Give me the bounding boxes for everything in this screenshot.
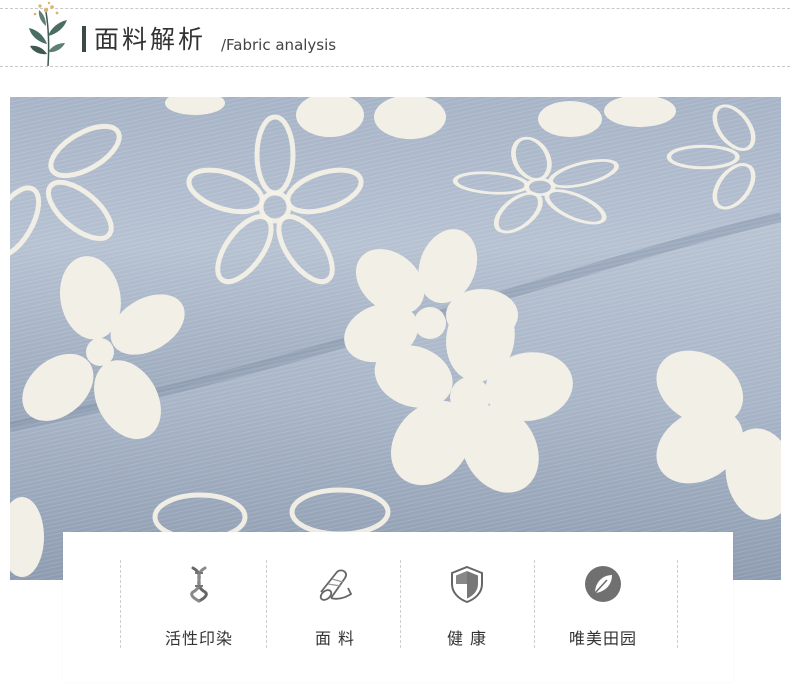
feature-label: 面 料: [314, 629, 356, 648]
feature-item-fabric: 面 料: [271, 532, 399, 682]
feature-item-pastoral: 唯美田园: [539, 532, 667, 682]
fabric-roll-icon: [319, 569, 353, 601]
feature-label: 健 康: [446, 629, 488, 648]
section-title: 面料解析: [94, 25, 207, 54]
feature-divider: [534, 560, 535, 648]
feature-divider: [266, 560, 267, 648]
header-top-divider: [0, 8, 790, 9]
plant-logo-icon: [29, 1, 67, 67]
feature-item-health: 健 康: [403, 532, 531, 682]
shield-icon: [451, 565, 483, 604]
feature-panel: 活性印染 面 料 健 康 唯美田园: [63, 532, 733, 682]
feature-divider: [400, 560, 401, 648]
feature-label: 唯美田园: [568, 629, 637, 648]
feature-divider: [120, 560, 121, 648]
header-bottom-divider: [0, 66, 790, 67]
section-subtitle: /Fabric analysis: [221, 36, 337, 54]
title-accent-bar: [82, 26, 86, 52]
feature-item-dyeing: 活性印染: [135, 532, 263, 682]
feature-divider: [677, 560, 678, 648]
fabric-photo: [10, 97, 781, 580]
feature-label: 活性印染: [164, 629, 233, 648]
leaf-circle-icon: [585, 566, 621, 602]
dna-helix-icon: [190, 566, 208, 603]
